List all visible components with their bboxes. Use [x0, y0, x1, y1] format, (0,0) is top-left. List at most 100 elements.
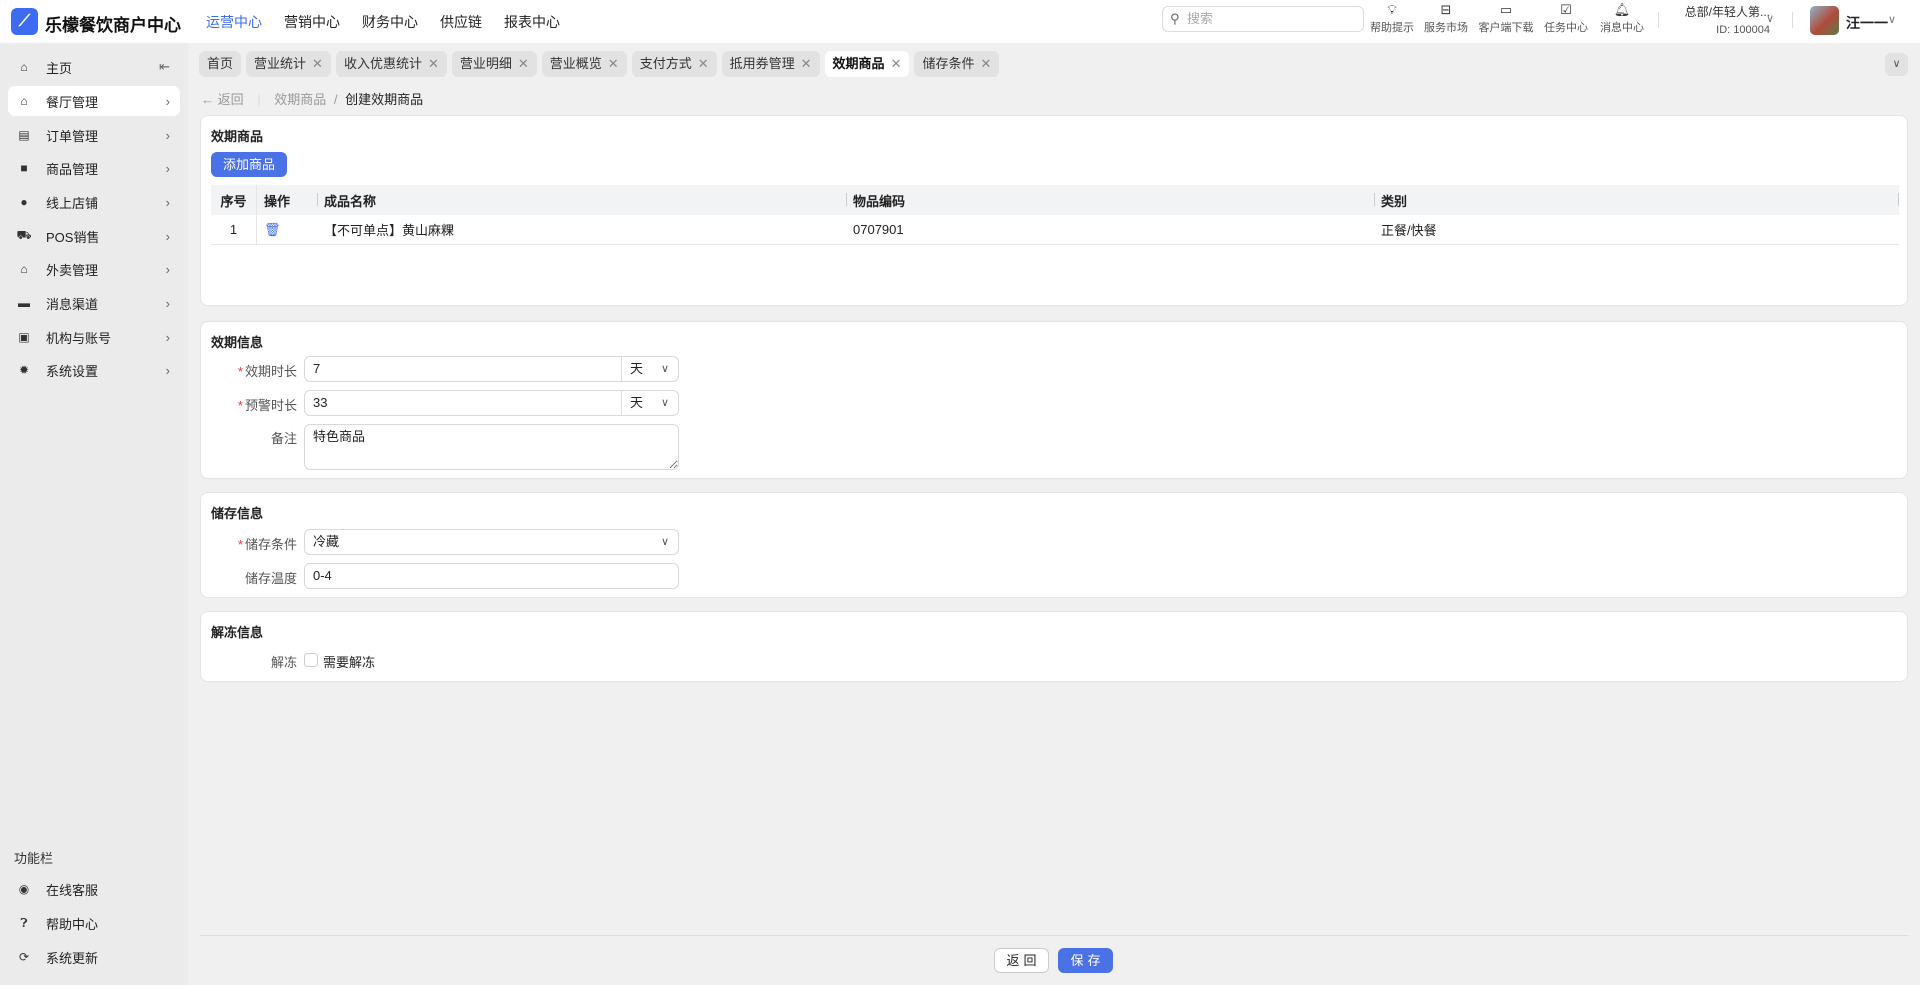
chevron-right-icon: ›	[165, 228, 170, 244]
bag-icon: ⊟	[1440, 2, 1452, 17]
chevron-down-icon[interactable]: ∨	[1766, 12, 1774, 25]
breadcrumb-parent[interactable]: 效期商品	[274, 92, 326, 107]
func-bar-title: 功能栏	[14, 851, 54, 866]
divider	[1792, 12, 1793, 28]
back-link[interactable]: ← 返回	[201, 92, 244, 107]
nav-reports[interactable]: 报表中心	[504, 12, 560, 32]
thaw-label: 解冻	[270, 655, 297, 670]
sidebar-item-orders[interactable]: ▤ 订单管理 ›	[8, 120, 180, 150]
trash-icon: 🗑︎	[264, 221, 281, 237]
breadcrumb-current: 创建效期商品	[345, 92, 424, 107]
sidebar-item-goods[interactable]: ■ 商品管理 ›	[8, 153, 180, 183]
sidebar-item-messages[interactable]: ▬ 消息渠道 ›	[8, 288, 180, 318]
avatar[interactable]	[1810, 6, 1839, 35]
note-textarea[interactable]: 特色商品	[304, 424, 679, 470]
nav-marketing[interactable]: 营销中心	[284, 12, 340, 32]
refresh-icon: ⟳	[18, 950, 30, 964]
goods-code: 0707901	[853, 222, 904, 237]
duration-input[interactable]: 7 天 ∨	[304, 356, 679, 382]
tab-storage-conditions[interactable]: 储存条件 ✕	[914, 51, 1000, 77]
goods-card: 效期商品 添加商品 序号 操作 成品名称 物品编码 类别 1 🗑︎ 【不可单点】…	[200, 115, 1908, 306]
help-icon: ❓︎	[20, 915, 28, 930]
storage-condition-select[interactable]: 冷藏 ∨	[304, 529, 679, 555]
nav-finance[interactable]: 财务中心	[362, 12, 418, 32]
sidebar-item-restaurant[interactable]: ⌂ 餐厅管理 ›	[8, 86, 180, 116]
store-icon: ⌂	[20, 94, 28, 108]
close-icon[interactable]: ✕	[698, 56, 709, 71]
chevron-down-icon[interactable]: ∨	[1888, 13, 1896, 26]
save-button[interactable]: 保存	[1058, 948, 1113, 973]
close-icon[interactable]: ✕	[801, 56, 812, 71]
logo-icon: ⟋	[11, 8, 38, 35]
close-icon[interactable]: ✕	[980, 56, 991, 71]
delete-row-button[interactable]: 🗑︎	[257, 215, 317, 244]
tab-income-discount[interactable]: 收入优惠统计 ✕	[335, 51, 447, 77]
service-market-button[interactable]: ⊟ 服务市场	[1420, 2, 1472, 35]
expiry-card: 效期信息 * 效期时长 7 天 ∨ * 预警时长 33 天 ∨ 备注 特色商品	[200, 321, 1908, 479]
tab-home[interactable]: 首页	[199, 51, 242, 77]
back-button[interactable]: 返回	[994, 948, 1049, 973]
sidebar-item-online-store[interactable]: ● 线上店铺 ›	[8, 187, 180, 217]
id-card-icon: ▣	[18, 330, 30, 344]
search-icon: ⚲	[1170, 11, 1180, 26]
tabs-more-button[interactable]: ∨	[1885, 53, 1908, 76]
clipboard-check-icon: ☑	[1560, 2, 1572, 17]
warn-input[interactable]: 33 天 ∨	[304, 390, 679, 416]
top-nav: 运营中心 营销中心 财务中心 供应链 报表中心	[206, 12, 560, 32]
section-title: 储存信息	[211, 506, 264, 521]
storage-temp-input[interactable]: 0-4	[304, 563, 679, 589]
close-icon[interactable]: ✕	[428, 56, 439, 71]
sidebar-item-home[interactable]: ⌂ 主页 ⇤	[8, 52, 180, 82]
duration-unit-select[interactable]: 天 ∨	[621, 357, 678, 381]
storage-temp-label: 储存温度	[244, 571, 297, 586]
sidebar-item-delivery[interactable]: ⌂ 外卖管理 ›	[8, 254, 180, 284]
goods-category: 正餐/快餐	[1381, 223, 1437, 238]
chevron-down-icon: ∨	[660, 536, 669, 548]
bell-icon: 🔔︎	[1613, 2, 1631, 17]
tab-payment[interactable]: 支付方式 ✕	[631, 51, 717, 77]
org-switcher[interactable]: 总部/年轻人第... ID: 100004	[1670, 3, 1770, 36]
storage-card: 储存信息 * 储存条件 冷藏 ∨ 储存温度 0-4	[200, 492, 1908, 598]
task-center-button[interactable]: ☑ 任务中心	[1540, 2, 1592, 35]
order-icon: ▤	[18, 128, 30, 142]
close-icon[interactable]: ✕	[608, 56, 619, 71]
add-goods-button[interactable]: 添加商品	[211, 152, 288, 177]
nav-operations[interactable]: 运营中心	[206, 12, 262, 32]
sidebar-item-org-accounts[interactable]: ▣ 机构与账号 ›	[8, 322, 180, 352]
thaw-checkbox-label[interactable]: 需要解冻	[323, 652, 375, 671]
column-header: 序号	[211, 185, 257, 215]
divider	[1658, 12, 1659, 28]
tab-business-overview[interactable]: 营业概览 ✕	[541, 51, 627, 77]
online-service-link[interactable]: ◉ 在线客服	[8, 874, 180, 904]
tab-business-detail[interactable]: 营业明细 ✕	[451, 51, 537, 77]
tab-business-stats[interactable]: 营业统计 ✕	[246, 51, 331, 77]
collapse-sidebar-icon[interactable]: ⇤	[159, 59, 170, 75]
bank-icon: ⌂	[20, 262, 28, 276]
tab-vouchers[interactable]: 抵用券管理 ✕	[721, 51, 820, 77]
nav-supply-chain[interactable]: 供应链	[440, 12, 482, 32]
chevron-down-icon: ∨	[660, 397, 669, 409]
sidebar-item-pos[interactable]: ⛟ POS销售 ›	[8, 221, 180, 251]
user-name[interactable]: 汪一一	[1846, 13, 1888, 33]
tab-expiry-goods[interactable]: 效期商品 ✕	[824, 51, 910, 77]
breadcrumb: ← 返回 | 效期商品 / 创建效期商品	[201, 92, 424, 107]
close-icon[interactable]: ✕	[518, 56, 529, 71]
chevron-down-icon: ∨	[660, 363, 669, 375]
client-download-button[interactable]: ▭ 客户端下载	[1476, 2, 1536, 35]
sidebar-item-settings[interactable]: ✹ 系统设置 ›	[8, 355, 180, 385]
note-label: 备注	[270, 431, 297, 446]
warn-unit-select[interactable]: 天 ∨	[621, 391, 678, 415]
warn-label: * 预警时长	[237, 398, 297, 413]
help-center-link[interactable]: ❓︎ 帮助中心	[8, 908, 180, 938]
system-update-link[interactable]: ⟳ 系统更新	[8, 942, 180, 972]
help-tips-button[interactable]: 💡︎ 帮助提示	[1366, 2, 1418, 35]
tab-bar: 首页 营业统计 ✕ 收入优惠统计 ✕ 营业明细 ✕ 营业概览 ✕ 支付方式 ✕ 抵用券管理…	[199, 51, 1000, 77]
close-icon[interactable]: ✕	[312, 56, 323, 71]
close-icon[interactable]: ✕	[891, 56, 902, 71]
thaw-checkbox[interactable]	[304, 653, 318, 667]
cart-icon: ⛟	[16, 228, 32, 242]
message-center-button[interactable]: 🔔︎ 消息中心	[1596, 2, 1648, 35]
chevron-right-icon: ›	[165, 362, 170, 378]
search-input[interactable]: ⚲ 搜索	[1162, 6, 1364, 32]
goods-icon: ■	[20, 161, 28, 175]
